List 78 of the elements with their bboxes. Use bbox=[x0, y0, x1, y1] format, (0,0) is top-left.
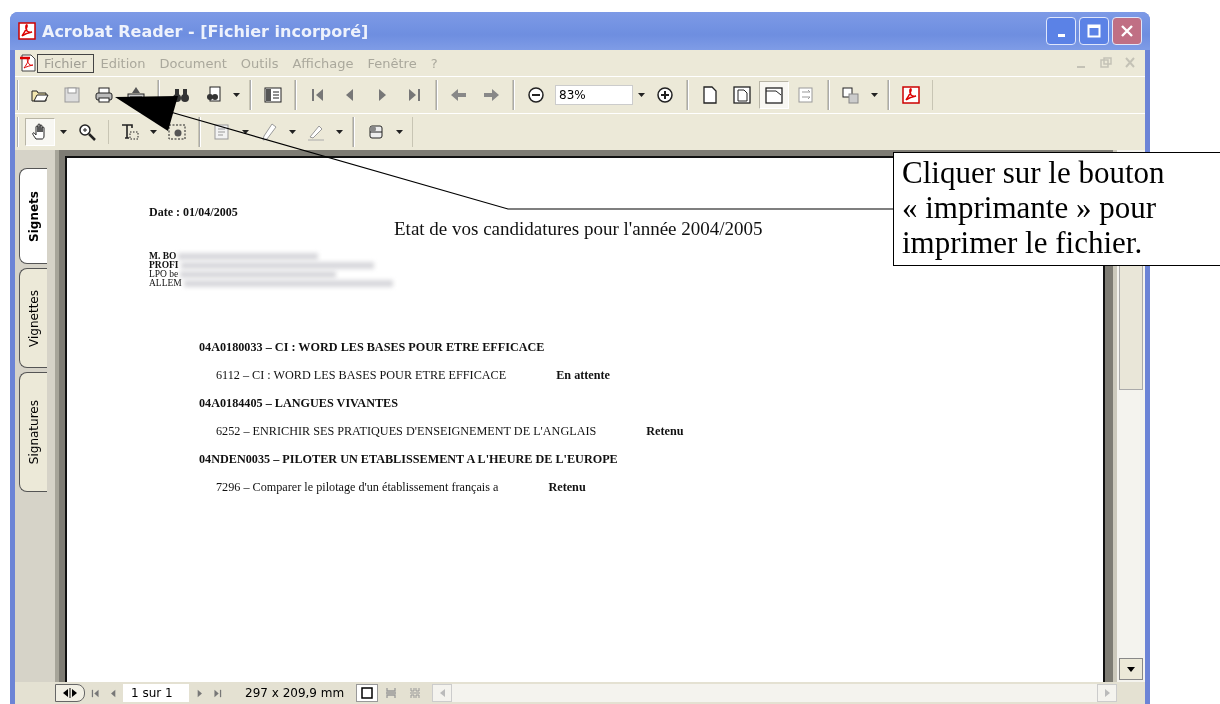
window-title: Acrobat Reader - [Fichier incorporé] bbox=[42, 21, 369, 41]
acrobat-icon bbox=[902, 86, 920, 104]
page-layout-button[interactable] bbox=[759, 81, 789, 109]
caret-icon[interactable] bbox=[242, 130, 249, 134]
page-fit-icon bbox=[733, 86, 751, 104]
application-status: En attente bbox=[556, 368, 610, 384]
highlighter-icon bbox=[307, 123, 325, 141]
close-icon bbox=[1120, 24, 1134, 38]
menu-item[interactable]: Edition bbox=[93, 53, 153, 73]
caret-icon[interactable] bbox=[871, 93, 878, 97]
maximize-icon bbox=[1087, 24, 1101, 38]
page-icon bbox=[701, 86, 719, 104]
caret-icon[interactable] bbox=[336, 130, 343, 134]
course-entry: 7296 – Comparer le pilotage d'un établissement français a bbox=[216, 480, 499, 496]
facing-page-icon bbox=[409, 687, 422, 699]
caret-icon[interactable] bbox=[289, 130, 296, 134]
section-heading: 04NDEN0035 – PILOTER UN ETABLISSEMENT A L'HEURE DE L'EUROPE bbox=[199, 452, 618, 468]
menu-item[interactable]: Fenêtre bbox=[360, 53, 424, 73]
side-tab[interactable]: Vignettes bbox=[19, 268, 47, 368]
menu-item[interactable]: Document bbox=[152, 53, 234, 73]
course-entry: 6252 – ENRICHIR SES PRATIQUES D'ENSEIGNEMENT DE L'ANGLAIS bbox=[216, 424, 597, 440]
close-button[interactable] bbox=[1112, 17, 1142, 45]
snapshot-icon bbox=[168, 123, 186, 141]
address-line: M. BO bbox=[149, 252, 177, 261]
maximize-button[interactable] bbox=[1079, 17, 1109, 45]
address-line: PROFI bbox=[149, 261, 179, 270]
caret-icon[interactable] bbox=[60, 130, 67, 134]
application-status: Retenu bbox=[548, 480, 586, 496]
caret-icon[interactable] bbox=[638, 93, 645, 97]
minimize-button[interactable] bbox=[1046, 17, 1076, 45]
last-icon bbox=[211, 687, 223, 699]
forward-icon bbox=[482, 86, 500, 104]
reflow-icon bbox=[797, 86, 815, 104]
zoom-icon bbox=[78, 123, 96, 141]
side-tab[interactable]: Signets bbox=[19, 168, 47, 264]
menu-item[interactable]: Outils bbox=[233, 53, 286, 73]
menu-item[interactable]: ? bbox=[423, 53, 445, 73]
section-heading: 04A0184405 – LANGUES VIVANTES bbox=[199, 396, 398, 412]
section-heading: 04A0180033 – CI : WORD LES BASES POUR ETRE EFFICACE bbox=[199, 340, 545, 356]
page-size-label: 297 x 209,9 mm bbox=[245, 686, 345, 700]
zoom-field[interactable]: 83% bbox=[555, 85, 633, 105]
pane-toggle-button[interactable] bbox=[55, 684, 85, 702]
back-icon bbox=[450, 86, 468, 104]
address-line: LPO be bbox=[149, 270, 179, 279]
print-icon bbox=[95, 86, 113, 104]
single-page-icon bbox=[361, 687, 374, 699]
search-doc-icon bbox=[204, 86, 222, 104]
pencil-icon bbox=[260, 123, 278, 141]
save-icon bbox=[63, 86, 81, 104]
note-icon bbox=[213, 123, 231, 141]
callout-tooltip: Cliquer sur le bouton « imprimante » pour imprimer le fichier. bbox=[893, 152, 1220, 266]
menu-item[interactable]: Affichage bbox=[285, 53, 361, 73]
document-date: Date : 01/04/2005 bbox=[149, 205, 238, 220]
scroll-down-icon[interactable] bbox=[1127, 666, 1135, 672]
menu-item[interactable]: Fichier bbox=[37, 53, 94, 73]
document-icon bbox=[19, 54, 37, 72]
rotate-icon bbox=[842, 86, 860, 104]
tool-button[interactable] bbox=[25, 118, 55, 146]
minimize-icon bbox=[1057, 33, 1065, 37]
pane-toggle-icon bbox=[63, 688, 77, 698]
course-entry: 6112 – CI : WORD LES BASES POUR ETRE EFFICACE bbox=[216, 368, 507, 384]
zoom-out-icon bbox=[527, 86, 545, 104]
document-title: Etat de vos candidatures pour l'année 2004/2005 bbox=[394, 218, 763, 240]
address-line: ALLEM bbox=[149, 279, 182, 288]
panel-icon bbox=[264, 86, 282, 104]
caret-icon[interactable] bbox=[396, 130, 403, 134]
application-status: Retenu bbox=[646, 424, 684, 440]
side-tab[interactable]: Signatures bbox=[19, 372, 47, 492]
caret-icon[interactable] bbox=[233, 93, 240, 97]
stamp-icon bbox=[367, 123, 385, 141]
continuous-page-icon bbox=[385, 687, 398, 699]
text-select-icon bbox=[121, 123, 139, 141]
app-logo-icon bbox=[18, 22, 36, 40]
page-width-icon bbox=[765, 86, 783, 104]
first-icon bbox=[89, 687, 101, 699]
page-number-field[interactable]: 1 sur 1 bbox=[123, 684, 189, 702]
zoom-in-icon bbox=[656, 86, 674, 104]
page-view-button[interactable] bbox=[356, 684, 379, 702]
